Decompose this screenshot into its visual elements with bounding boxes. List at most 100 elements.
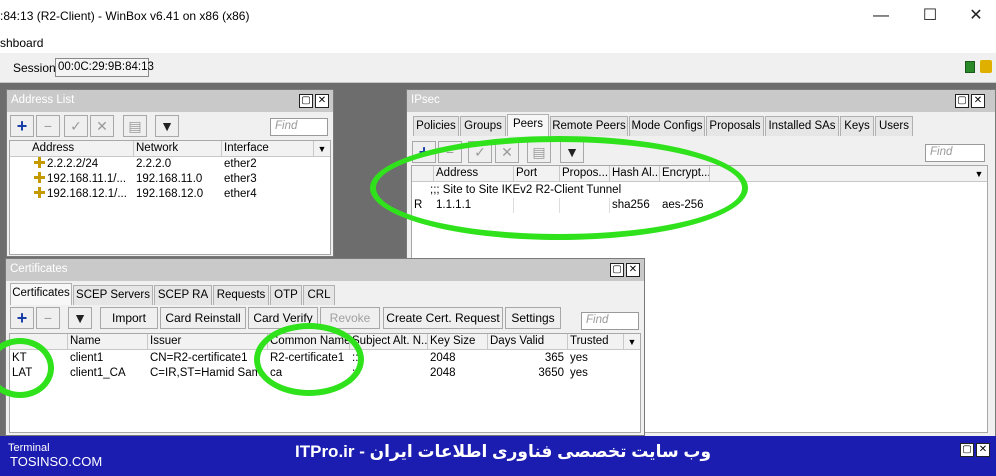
tab-crl[interactable]: CRL	[303, 285, 335, 305]
cell-subject-alt: ::	[352, 352, 359, 364]
remove-button[interactable]: −	[36, 115, 60, 137]
disable-button[interactable]: ✕	[90, 115, 114, 137]
column-menu-arrow-icon[interactable]: ▼	[624, 334, 640, 350]
tab-remote-peers[interactable]: Remote Peers	[550, 116, 628, 136]
column-header[interactable]: Issuer	[148, 334, 268, 350]
remove-button[interactable]: −	[438, 141, 462, 163]
maximize-button[interactable]: ☐	[915, 6, 945, 26]
column-header[interactable]: Key Size	[428, 334, 488, 350]
card-verify-button[interactable]: Card Verify	[248, 307, 318, 329]
cell-name: client1	[70, 352, 104, 364]
cell-subject-alt: ::	[352, 367, 359, 379]
column-menu-arrow-icon[interactable]: ▼	[314, 141, 330, 157]
column-header[interactable]: Trusted	[568, 334, 624, 350]
table-row[interactable]: 192.168.12.1/... 192.168.12.0 ether4	[10, 187, 330, 202]
address-table: Address Network Interface ▼ 2.2.2.2/24 2…	[9, 140, 331, 255]
tab-installed-sas[interactable]: Installed SAs	[765, 116, 839, 136]
close-window-button[interactable]: ✕	[976, 443, 990, 457]
tab-proposals[interactable]: Proposals	[706, 116, 764, 136]
cell-days-valid: 3650	[538, 367, 564, 379]
tab-policies[interactable]: Policies	[413, 116, 459, 136]
disable-button[interactable]: ✕	[495, 141, 519, 163]
column-header[interactable]: Port	[514, 166, 560, 182]
column-header[interactable]: Propos...	[560, 166, 610, 182]
restore-button[interactable]: ▢	[610, 263, 624, 277]
table-row[interactable]: 2.2.2.2/24 2.2.2.0 ether2	[10, 157, 330, 172]
find-input[interactable]: Find	[270, 118, 328, 136]
certificates-window: Certificates ▢ ✕ Certificates SCEP Serve…	[5, 258, 645, 436]
column-header[interactable]: Common Name	[268, 334, 350, 350]
tab-requests[interactable]: Requests	[213, 285, 269, 305]
filter-button[interactable]: ▼	[560, 141, 584, 163]
cell-common-name: ca	[270, 367, 283, 379]
table-row[interactable]: 192.168.11.1/... 192.168.11.0 ether3	[10, 172, 330, 187]
add-button[interactable]: +	[412, 141, 436, 163]
close-window-button[interactable]: ✕	[626, 263, 640, 277]
revoke-button[interactable]: Revoke	[320, 307, 380, 329]
cell-key-size: 2048	[430, 352, 456, 364]
session-field[interactable]: 00:0C:29:9B:84:13	[55, 58, 154, 77]
filter-button[interactable]: ▼	[68, 307, 92, 329]
cell-key-size: 2048	[430, 367, 456, 379]
column-header[interactable]: Address	[434, 166, 514, 182]
cell-issuer: CN=R2-certificate1	[150, 352, 248, 364]
table-row[interactable]: LAT client1_CA C=IR,ST=Hamid Sam... ca :…	[10, 366, 640, 381]
peer-comment: ;;; Site to Site IKEv2 R2-Client Tunnel	[430, 184, 622, 196]
create-cert-request-button[interactable]: Create Cert. Request	[383, 307, 503, 329]
add-button[interactable]: +	[10, 115, 34, 137]
lock-icon	[980, 60, 992, 73]
column-header[interactable]: Hash Al...	[610, 166, 660, 182]
tab-certificates[interactable]: Certificates	[10, 283, 72, 305]
column-menu-arrow-icon[interactable]: ▼	[971, 166, 987, 182]
tab-mode-configs[interactable]: Mode Configs	[629, 116, 705, 136]
terminal-label: Terminal	[8, 442, 50, 454]
tab-peers[interactable]: Peers	[507, 114, 549, 136]
status-square-icon	[965, 61, 975, 73]
cell-interface: ether4	[224, 188, 257, 200]
table-row[interactable]: KT client1 CN=R2-certificate1 R2-certifi…	[10, 351, 640, 366]
card-reinstall-button[interactable]: Card Reinstall	[160, 307, 246, 329]
column-header[interactable]: Name	[68, 334, 148, 350]
import-button[interactable]: Import	[100, 307, 158, 329]
address-list-title: Address List	[7, 90, 333, 112]
cell-proposal	[560, 198, 610, 213]
certificates-tabs: Certificates SCEP Servers SCEP RA Reques…	[10, 283, 640, 305]
restore-button[interactable]: ▢	[299, 94, 313, 108]
column-header[interactable]: Subject Alt. N...	[350, 334, 428, 350]
close-button[interactable]: ✕	[961, 6, 991, 26]
column-header[interactable]: Encrypt...	[660, 166, 710, 182]
tab-users[interactable]: Users	[875, 116, 913, 136]
find-input[interactable]: Find	[581, 312, 639, 330]
cell-interface: ether3	[224, 173, 257, 185]
restore-button[interactable]: ▢	[960, 443, 974, 457]
add-button[interactable]: +	[10, 307, 34, 329]
enable-button[interactable]: ✓	[64, 115, 88, 137]
restore-button[interactable]: ▢	[955, 94, 969, 108]
column-header[interactable]: Network	[134, 141, 222, 157]
tab-scep-servers[interactable]: SCEP Servers	[73, 285, 153, 305]
menu-dashboard[interactable]: shboard	[0, 36, 43, 50]
column-header[interactable]: Interface	[222, 141, 314, 157]
comment-row[interactable]: ;;; Site to Site IKEv2 R2-Client Tunnel	[412, 183, 987, 198]
tab-scep-ra[interactable]: SCEP RA	[154, 285, 212, 305]
close-window-button[interactable]: ✕	[971, 94, 985, 108]
close-window-button[interactable]: ✕	[315, 94, 329, 108]
settings-button[interactable]: Settings	[505, 307, 561, 329]
tab-groups[interactable]: Groups	[460, 116, 506, 136]
table-row[interactable]: R 1.1.1.1 sha256 aes-256	[412, 198, 987, 213]
cell-address: 2.2.2.2/24	[47, 158, 99, 170]
address-icon	[34, 157, 45, 168]
tab-keys[interactable]: Keys	[840, 116, 874, 136]
remove-button[interactable]: −	[36, 307, 60, 329]
minimize-button[interactable]: —	[866, 6, 896, 26]
filter-button[interactable]: ▼	[155, 115, 179, 137]
find-input[interactable]: Find	[925, 144, 985, 162]
column-header[interactable]: Days Valid	[488, 334, 568, 350]
tab-otp[interactable]: OTP	[270, 285, 302, 305]
enable-button[interactable]: ✓	[468, 141, 492, 163]
cell-interface: ether2	[224, 158, 257, 170]
brand-watermark: ITPro.ir - وب سایت تخصصی فناوری اطلاعات …	[295, 442, 712, 461]
comment-button[interactable]: ▤	[123, 115, 147, 137]
comment-button[interactable]: ▤	[527, 141, 551, 163]
column-header[interactable]: Address	[10, 141, 134, 157]
